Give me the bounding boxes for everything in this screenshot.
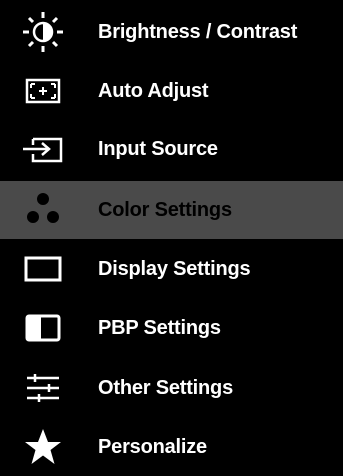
menu-item-label: PBP Settings xyxy=(98,317,221,339)
menu-item-personalize[interactable]: Personalize xyxy=(0,418,343,476)
menu-item-input-source[interactable]: Input Source xyxy=(0,120,343,178)
menu-item-label: Auto Adjust xyxy=(98,80,209,102)
menu-item-auto-adjust[interactable]: Auto Adjust xyxy=(0,62,343,120)
display-settings-icon xyxy=(8,247,78,291)
menu-item-pbp-settings[interactable]: PBP Settings xyxy=(0,299,343,357)
personalize-icon xyxy=(8,425,78,469)
menu-item-label: Personalize xyxy=(98,436,207,458)
menu-item-label: Brightness / Contrast xyxy=(98,21,298,43)
osd-menu: Brightness / Contrast Auto Adjust Input … xyxy=(0,0,343,475)
menu-item-display-settings[interactable]: Display Settings xyxy=(0,240,343,298)
menu-item-label: Other Settings xyxy=(98,377,233,399)
brightness-icon xyxy=(8,10,78,54)
menu-item-color-settings[interactable]: Color Settings xyxy=(0,181,343,239)
menu-item-label: Color Settings xyxy=(98,199,232,221)
other-settings-icon xyxy=(8,366,78,410)
pbp-settings-icon xyxy=(8,306,78,350)
color-settings-icon xyxy=(8,188,78,232)
menu-item-label: Input Source xyxy=(98,138,218,160)
input-source-icon xyxy=(8,127,78,171)
menu-item-other-settings[interactable]: Other Settings xyxy=(0,359,343,417)
auto-adjust-icon xyxy=(8,69,78,113)
menu-item-brightness-contrast[interactable]: Brightness / Contrast xyxy=(0,3,343,61)
menu-item-label: Display Settings xyxy=(98,258,251,280)
